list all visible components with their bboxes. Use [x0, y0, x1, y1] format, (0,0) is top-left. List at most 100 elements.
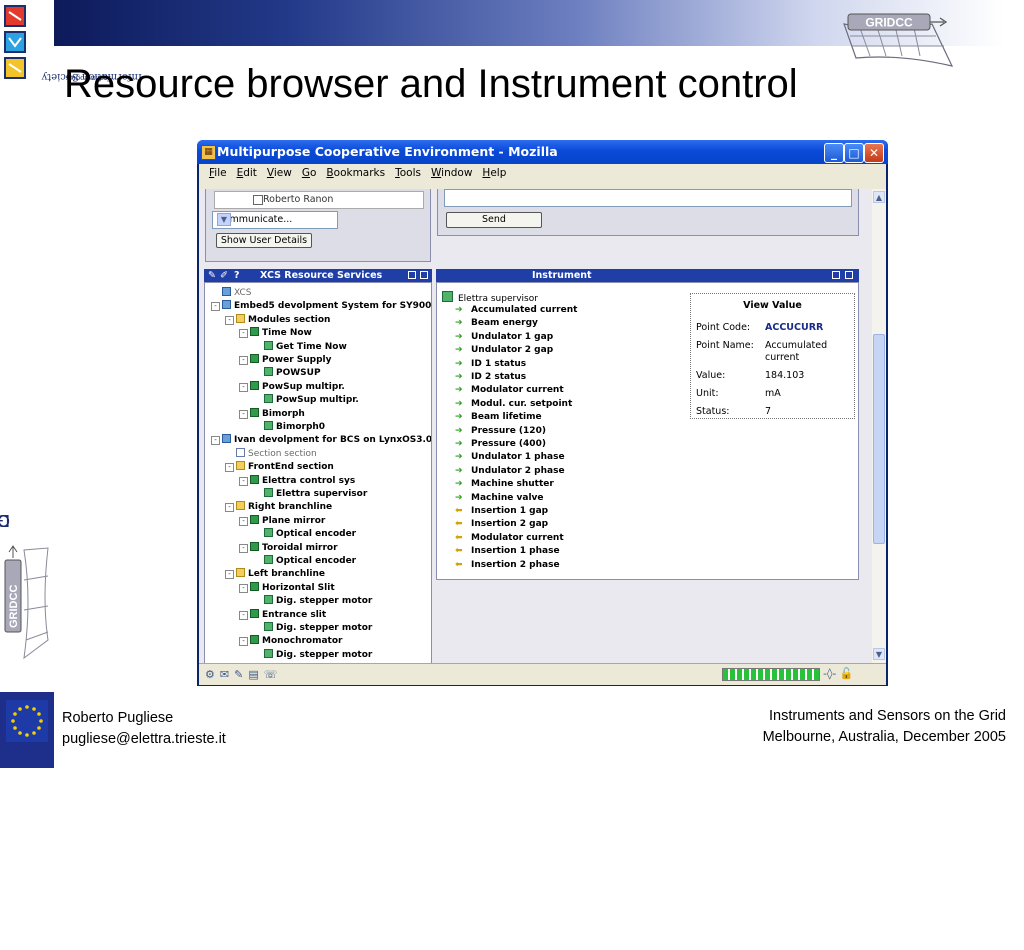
user-list-item[interactable]: Roberto Ranon — [214, 191, 424, 209]
close-button[interactable]: ✕ — [864, 143, 884, 163]
tree-node[interactable]: Get Time Now — [253, 340, 347, 354]
tree-node[interactable]: Elettra supervisor — [253, 488, 367, 501]
menu-item-edit[interactable]: Edit — [237, 164, 257, 183]
minimize-button[interactable]: _ — [824, 143, 844, 163]
instrument-point[interactable]: ⬅ Insertion 2 phase — [455, 560, 560, 573]
instrument-point[interactable]: ⬅ Insertion 1 phase — [455, 546, 560, 559]
tree-node[interactable]: - Power Supply — [239, 354, 332, 367]
menu-item-view[interactable]: View — [267, 164, 292, 183]
scroll-up-arrow[interactable]: ▲ — [873, 191, 885, 203]
instrument-point[interactable]: ➔ Pressure (120) — [455, 426, 546, 439]
menu-item-tools[interactable]: Tools — [395, 164, 421, 183]
tree-node[interactable]: - Monochromator — [239, 635, 342, 648]
tree-node[interactable]: - PowSup multipr. — [239, 380, 345, 394]
maximize-button[interactable]: □ — [844, 143, 864, 163]
instrument-point[interactable]: ➔ Undulator 1 phase — [455, 452, 565, 465]
instrument-point[interactable]: ➔ Beam energy — [455, 318, 538, 331]
vertical-scrollbar[interactable]: ▲ ▼ — [872, 189, 886, 663]
user-checkbox[interactable] — [253, 195, 263, 205]
collapse-toggle-icon[interactable]: - — [239, 543, 248, 553]
tree-node[interactable]: - FrontEnd section — [225, 461, 334, 474]
instrument-point[interactable]: ➔ Undulator 2 gap — [455, 345, 553, 358]
menu-item-go[interactable]: Go — [302, 164, 317, 183]
collapse-toggle-icon[interactable]: - — [239, 382, 248, 392]
communicate-select[interactable]: Communicate... ▼ — [212, 211, 338, 229]
collapse-toggle-icon[interactable]: - — [225, 503, 234, 513]
instrument-root[interactable]: Elettra supervisor — [442, 291, 538, 304]
scroll-thumb[interactable] — [873, 334, 885, 544]
tree-node[interactable]: POWSUP — [253, 367, 321, 380]
tree-node[interactable]: Section section — [225, 447, 317, 461]
instrument-point[interactable]: ➔ Beam lifetime — [455, 412, 542, 425]
tree-node[interactable]: Optical encoder — [253, 528, 356, 541]
collapse-toggle-icon[interactable]: - — [239, 610, 248, 620]
tree-node[interactable]: - Elettra control sys — [239, 474, 355, 488]
collapse-toggle-icon[interactable]: - — [211, 436, 220, 446]
panel-maximize-icon[interactable] — [420, 271, 428, 279]
menu-item-help[interactable]: Help — [482, 164, 506, 183]
instrument-point[interactable]: ➔ Undulator 1 gap — [455, 332, 553, 345]
instrument-point[interactable]: ⬅ Insertion 2 gap — [455, 519, 548, 532]
chat-icon[interactable]: ☏ — [264, 668, 283, 681]
tree-node[interactable]: - Time Now — [239, 327, 312, 340]
help-icon[interactable]: ? — [234, 269, 240, 282]
address-book-icon[interactable]: ▤ — [248, 668, 263, 681]
show-user-details-button[interactable]: Show User Details — [216, 233, 312, 248]
tree-node[interactable]: - Bimorph — [239, 407, 305, 421]
tree-node[interactable]: Optical encoder — [253, 555, 356, 568]
instrument-point[interactable]: ➔ ID 2 status — [455, 372, 526, 385]
online-status-icon[interactable]: -◊- — [823, 667, 836, 680]
instrument-point[interactable]: ⬅ Insertion 1 gap — [455, 506, 548, 519]
panel-minimize-icon[interactable] — [832, 271, 840, 279]
tree-node[interactable]: Bimorph0 — [253, 421, 325, 434]
scroll-down-arrow[interactable]: ▼ — [873, 648, 885, 660]
instrument-point[interactable]: ⬅ Modulator current — [455, 533, 564, 546]
chat-message-input[interactable] — [444, 189, 852, 207]
window-titlebar[interactable]: ▦ Multipurpose Cooperative Environment -… — [197, 140, 888, 164]
tree-node[interactable]: - Modules section — [225, 313, 330, 327]
tree-node[interactable]: - Plane mirror — [239, 514, 325, 528]
collapse-toggle-icon[interactable]: - — [225, 463, 234, 473]
tree-node[interactable]: PowSup multipr. — [253, 394, 359, 407]
instrument-point[interactable]: ➔ Machine shutter — [455, 479, 554, 492]
panel-maximize-icon[interactable] — [845, 271, 853, 279]
tree-node[interactable]: XCS — [211, 287, 252, 300]
instrument-point[interactable]: ➔ Pressure (400) — [455, 439, 546, 452]
tree-node[interactable]: Dig. stepper motor — [253, 648, 372, 662]
tree-node[interactable]: Dig. stepper motor — [253, 595, 372, 608]
mail-icon[interactable]: ✉ — [220, 668, 234, 681]
security-lock-icon[interactable]: 🔓 — [840, 667, 854, 680]
pencil-icon[interactable]: ✐ — [220, 269, 228, 282]
panel-minimize-icon[interactable] — [408, 271, 416, 279]
collapse-toggle-icon[interactable]: - — [211, 302, 220, 312]
collapse-toggle-icon[interactable]: - — [239, 409, 248, 419]
instrument-point[interactable]: ➔ Undulator 2 phase — [455, 466, 565, 479]
wrench-icon[interactable]: ✎ — [208, 269, 216, 282]
tree-node[interactable]: - Left branchline — [225, 568, 325, 581]
collapse-toggle-icon[interactable]: - — [225, 315, 234, 325]
tree-node[interactable]: - Toroidal mirror — [239, 541, 338, 555]
menu-item-file[interactable]: File — [209, 164, 227, 183]
instrument-point[interactable]: ➔ Accumulated current — [455, 305, 577, 318]
collapse-toggle-icon[interactable]: - — [239, 476, 248, 486]
chevron-down-icon[interactable]: ▼ — [217, 213, 231, 226]
composer-icon[interactable]: ✎ — [234, 668, 248, 681]
tree-node[interactable]: - Ivan devolpment for BCS on LynxOS3.0 — [211, 434, 431, 447]
collapse-toggle-icon[interactable]: - — [239, 583, 248, 593]
instrument-point[interactable]: ➔ Machine valve — [455, 493, 544, 506]
tree-node[interactable]: Dig. stepper motor — [253, 622, 372, 635]
collapse-toggle-icon[interactable]: - — [225, 570, 234, 580]
menu-item-window[interactable]: Window — [431, 164, 472, 183]
collapse-toggle-icon[interactable]: - — [239, 516, 248, 526]
collapse-toggle-icon[interactable]: - — [239, 637, 248, 647]
tree-node[interactable]: - Embed5 devolpment System for SY900 — [211, 300, 431, 313]
tree-node[interactable]: - Horizontal Slit — [239, 581, 335, 595]
tree-node[interactable]: - Entrance slit — [239, 608, 326, 622]
menu-item-bookmarks[interactable]: Bookmarks — [326, 164, 385, 183]
send-button[interactable]: Send — [446, 212, 542, 228]
instrument-point[interactable]: ➔ Modul. cur. setpoint — [455, 399, 572, 412]
tree-node[interactable]: - Right branchline — [225, 501, 332, 514]
navigator-icon[interactable]: ⚙ — [205, 668, 220, 681]
instrument-point[interactable]: ➔ Modulator current — [455, 385, 564, 398]
instrument-point[interactable]: ➔ ID 1 status — [455, 359, 526, 372]
